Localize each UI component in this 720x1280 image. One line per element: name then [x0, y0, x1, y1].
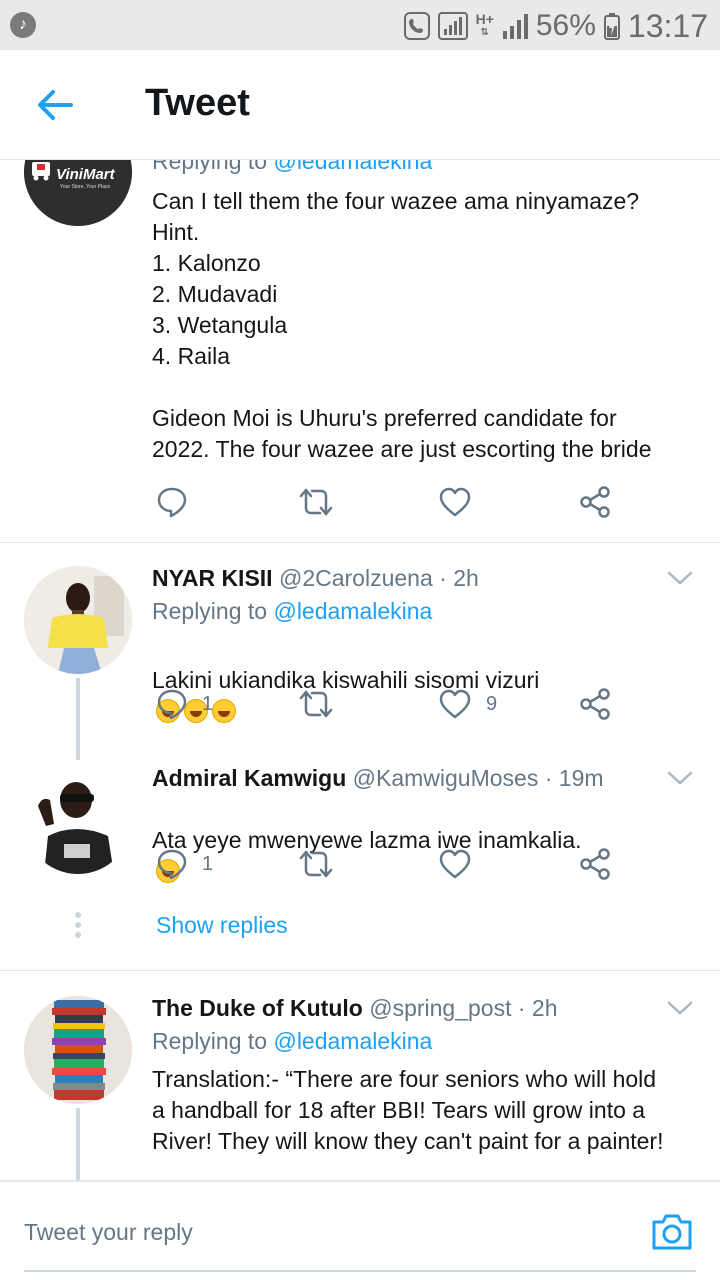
- back-button[interactable]: [30, 80, 80, 130]
- like-count: 9: [486, 692, 498, 715]
- profile-photo-icon: [24, 766, 132, 874]
- retweet-button[interactable]: [298, 844, 334, 884]
- camera-icon: [652, 1214, 692, 1250]
- thread-line: [76, 678, 80, 760]
- network-type-icon: H+ ⇅: [475, 11, 494, 38]
- reply-button[interactable]: 1: [156, 844, 213, 884]
- page-title: Tweet: [145, 82, 250, 124]
- divider: [0, 542, 720, 543]
- share-icon: [580, 848, 610, 880]
- replying-to-prefix: Replying to: [152, 160, 274, 174]
- reply-button[interactable]: [156, 482, 188, 522]
- tweet-actions: 1: [152, 844, 622, 884]
- timestamp: · 19m: [544, 765, 604, 791]
- show-replies-link[interactable]: Show replies: [156, 912, 288, 939]
- retweet-button[interactable]: [298, 482, 334, 522]
- replying-to-prefix: Replying to: [152, 598, 274, 624]
- profile-photo-icon: [24, 566, 132, 674]
- retweet-button[interactable]: [298, 684, 334, 724]
- avatar-brand-text: ViniMart: [56, 166, 115, 183]
- more-replies-indicator: [74, 912, 82, 942]
- avatar-duke-of-kutulo[interactable]: [24, 996, 132, 1104]
- signal-icon: [502, 12, 528, 40]
- call-icon: [403, 12, 430, 40]
- clock: 13:17: [627, 7, 708, 44]
- heart-icon: [439, 689, 471, 719]
- tweet-thread[interactable]: ViniMart Your Store, Your Place Replying…: [0, 160, 720, 1180]
- username[interactable]: @2Carolzuena: [279, 565, 433, 591]
- replying-to: Replying to @ledamalekina: [152, 160, 432, 175]
- signal-sim1-icon: [437, 12, 468, 40]
- tweet-header: Admiral Kamwigu @KamwiguMoses · 19m: [152, 765, 604, 792]
- heart-icon: [439, 487, 471, 517]
- reply-button[interactable]: 1: [156, 684, 213, 724]
- reply-count: 1: [202, 852, 214, 875]
- display-name[interactable]: NYAR KISII: [152, 565, 273, 591]
- chevron-down-icon[interactable]: [666, 998, 694, 1018]
- retweet-icon: [299, 488, 333, 516]
- avatar-brand-subtext: Your Store, Your Place: [60, 184, 111, 190]
- replying-to-handle[interactable]: @ledamalekina: [273, 1028, 432, 1054]
- tweet-actions: [152, 482, 622, 522]
- profile-photo-icon: [24, 996, 132, 1104]
- replying-to: Replying to @ledamalekina: [152, 1028, 432, 1055]
- reply-icon: [157, 487, 187, 518]
- like-button[interactable]: [438, 482, 472, 522]
- arrow-left-icon: [38, 90, 73, 120]
- replying-to-prefix: Replying to: [152, 1028, 274, 1054]
- status-bar: ♪ H+ ⇅ 56% 13:17: [0, 0, 720, 50]
- music-notification-icon: ♪: [10, 12, 36, 38]
- heart-icon: [439, 849, 471, 879]
- share-icon: [580, 486, 610, 518]
- reply-input-underline: [24, 1270, 696, 1272]
- battery-icon: [603, 12, 620, 40]
- reply-icon: [157, 689, 187, 720]
- tweet-header: NYAR KISII @2Carolzuena · 2h: [152, 565, 479, 592]
- camera-button[interactable]: [650, 1212, 694, 1252]
- avatar-admiral-kamwigu[interactable]: [24, 766, 132, 874]
- retweet-icon: [299, 690, 333, 718]
- share-button[interactable]: [578, 482, 612, 522]
- network-type-label: H+: [475, 11, 494, 27]
- username[interactable]: @spring_post: [369, 995, 511, 1021]
- status-icons: H+ ⇅ 56% 13:17: [403, 6, 708, 46]
- tweet-actions: 1 9: [152, 684, 622, 724]
- replying-to-handle[interactable]: @ledamalekina: [273, 160, 432, 174]
- divider: [0, 970, 720, 971]
- tweet-text: Translation:- “There are four seniors wh…: [152, 1066, 664, 1154]
- tweet-text: Can I tell them the four wazee ama ninya…: [152, 188, 652, 462]
- timestamp: · 2h: [439, 565, 479, 591]
- reply-icon: [157, 849, 187, 880]
- username[interactable]: @KamwiguMoses: [353, 765, 539, 791]
- reply-input[interactable]: [24, 1212, 624, 1252]
- chevron-down-icon[interactable]: [666, 768, 694, 788]
- display-name[interactable]: The Duke of Kutulo: [152, 995, 363, 1021]
- like-button[interactable]: 9: [438, 684, 497, 724]
- share-button[interactable]: [578, 844, 612, 884]
- avatar-vinimart[interactable]: ViniMart Your Store, Your Place: [24, 160, 132, 226]
- tweet-header: The Duke of Kutulo @spring_post · 2h: [152, 995, 558, 1022]
- replying-to-handle[interactable]: @ledamalekina: [273, 598, 432, 624]
- battery-percent: 56%: [535, 9, 596, 42]
- app-bar: Tweet: [0, 50, 720, 160]
- reply-composer: [0, 1180, 720, 1280]
- replying-to: Replying to @ledamalekina: [152, 598, 432, 625]
- share-icon: [580, 688, 610, 720]
- retweet-icon: [299, 850, 333, 878]
- like-button[interactable]: [438, 844, 472, 884]
- reply-count: 1: [202, 692, 214, 715]
- display-name[interactable]: Admiral Kamwigu: [152, 765, 346, 791]
- thread-line: [76, 1108, 80, 1180]
- chevron-down-icon[interactable]: [666, 568, 694, 588]
- share-button[interactable]: [578, 684, 612, 724]
- timestamp: · 2h: [517, 995, 558, 1021]
- avatar-nyar-kisii[interactable]: [24, 566, 132, 674]
